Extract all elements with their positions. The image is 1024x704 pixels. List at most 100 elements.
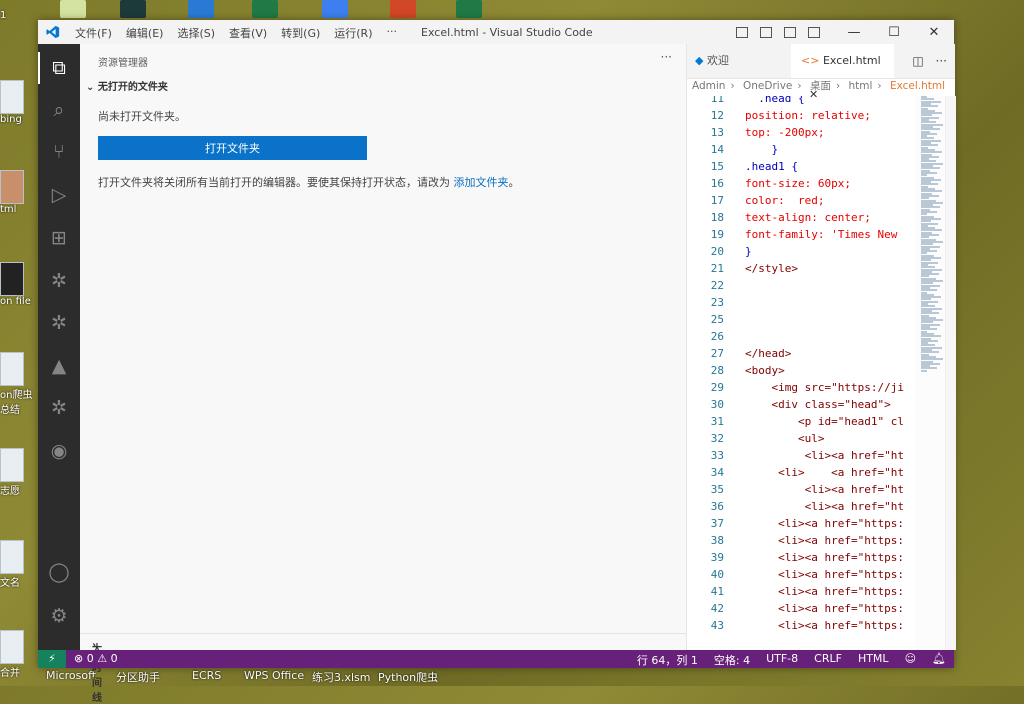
line-number: 42 <box>710 602 724 615</box>
desktop-label[interactable]: 练习3.xlsm <box>312 669 371 685</box>
section-label: 无打开的文件夹 <box>97 82 168 93</box>
code-line: 26 <box>687 328 915 345</box>
close-button[interactable]: ✕ <box>914 25 954 40</box>
desktop-icon[interactable]: 文名 <box>0 540 40 589</box>
tab-excel-html[interactable]: <> Excel.html ✕ <box>791 44 894 101</box>
desktop-icon-label: 总结 <box>0 405 20 416</box>
extensions-icon[interactable]: ⊞ <box>47 226 71 250</box>
code-line: 12 position: relative; <box>687 107 915 124</box>
menu-run[interactable]: 运行(R) <box>334 25 372 41</box>
gear-icon[interactable]: ⚙ <box>47 604 71 628</box>
editor-scrollbar[interactable] <box>945 96 956 650</box>
code-line: 32 <ul> <box>687 430 915 447</box>
desktop-shortcut-icon[interactable] <box>188 0 214 18</box>
desktop-icon[interactable]: bing <box>0 80 40 125</box>
menu-more[interactable]: ··· <box>387 25 398 41</box>
breadcrumb-item[interactable]: OneDrive <box>743 80 792 92</box>
breadcrumb-item[interactable]: 桌面 <box>810 80 831 92</box>
menu-go[interactable]: 转到(G) <box>281 25 320 41</box>
chevron-right-icon: › <box>835 80 841 92</box>
desktop-shortcut-icon[interactable] <box>120 0 146 18</box>
desktop-icon-label: tml <box>0 204 17 215</box>
breadcrumb-item[interactable]: Admin <box>692 80 725 92</box>
split-editor-icon[interactable]: ◫ <box>912 54 923 68</box>
code-line: 35 <li><a href="ht <box>687 481 915 498</box>
customize-layout-icon[interactable] <box>808 26 820 38</box>
language-mode[interactable]: HTML <box>858 652 889 668</box>
toggle-panel-icon[interactable] <box>760 26 772 38</box>
problems-indicator[interactable]: ⊗ 0 ⚠ 0 <box>74 652 118 665</box>
desktop-shortcut-icon[interactable] <box>456 0 482 18</box>
code-editor[interactable]: 11 .head {12 position: relative; 13 top: -2… <box>687 96 915 650</box>
breadcrumb-item[interactable]: html <box>848 80 872 92</box>
minimize-button[interactable]: — <box>834 25 874 40</box>
code-line: 19 font-family: 'Times New <box>687 226 915 243</box>
code-line: 14 } <box>687 141 915 158</box>
tab-welcome[interactable]: ◆ 欢迎 <box>687 44 799 78</box>
minimap[interactable] <box>915 96 945 650</box>
desktop-icon[interactable]: 合并 <box>0 630 40 679</box>
bell-shape-icon[interactable]: ▲ <box>47 354 71 378</box>
line-number: 28 <box>710 364 724 377</box>
code-line: 17 color: red; <box>687 192 915 209</box>
desktop-icon[interactable]: on file <box>0 262 40 307</box>
vscode-logo-icon: ◆ <box>695 54 707 67</box>
end-of-line[interactable]: CRLF <box>814 652 842 668</box>
desktop-icon-label: bing <box>0 114 22 125</box>
add-folder-link[interactable]: 添加文件夹 <box>454 176 509 189</box>
encoding[interactable]: UTF-8 <box>766 652 798 668</box>
menu-file[interactable]: 文件(F) <box>75 25 112 41</box>
chatgpt-icon[interactable]: ✲ <box>47 311 71 335</box>
remote-indicator-icon[interactable]: ⚡ <box>38 650 66 668</box>
chatgpt-icon[interactable]: ✲ <box>47 269 71 293</box>
open-folder-button[interactable]: 打开文件夹 <box>98 136 367 160</box>
feedback-icon[interactable]: ☺ <box>905 652 916 668</box>
desktop-icon[interactable]: 1 <box>0 10 40 21</box>
code-chat-icon[interactable]: ◉ <box>47 439 71 463</box>
menu-view[interactable]: 查看(V) <box>229 25 267 41</box>
line-number: 13 <box>710 126 724 139</box>
chatgpt-icon[interactable]: ✲ <box>47 396 71 420</box>
code-line: 15 .head1 { <box>687 158 915 175</box>
code-text: <li><a href="ht <box>745 483 904 496</box>
window-title: Excel.html - Visual Studio Code <box>421 26 593 39</box>
desktop-icon[interactable]: on爬虫 总结 <box>0 352 40 416</box>
breadcrumb-item[interactable]: Excel.html <box>890 80 945 92</box>
notifications-icon[interactable]: 🔔︎ <box>932 652 946 668</box>
desktop-icon[interactable]: 志愿 <box>0 448 40 497</box>
code-line: 29 <img src="https://ji <box>687 379 915 396</box>
more-actions-icon[interactable]: ··· <box>661 50 672 64</box>
toggle-sidebar-icon[interactable] <box>736 26 748 38</box>
desktop-label[interactable]: 分区助手 <box>116 669 160 685</box>
breadcrumb: Admin › OneDrive › 桌面 › html › Excel.html <box>687 78 955 96</box>
desktop-shortcut-icon[interactable] <box>60 0 86 18</box>
run-debug-icon[interactable]: ▷ <box>47 183 71 207</box>
desktop-shortcut-icon[interactable] <box>252 0 278 18</box>
source-control-icon[interactable]: ⑂ <box>47 140 71 164</box>
desktop-icon-label: 合并 <box>0 668 20 679</box>
more-actions-icon[interactable]: ··· <box>936 54 947 68</box>
indentation[interactable]: 空格: 4 <box>714 652 750 668</box>
code-line: 21 </style> <box>687 260 915 277</box>
desktop-icon[interactable]: tml <box>0 170 40 215</box>
explorer-sidebar: 资源管理器 ··· ⌄ 无打开的文件夹 尚未打开文件夹。 打开文件夹 打开文件夹… <box>80 44 686 704</box>
line-number: 23 <box>710 296 724 309</box>
no-folder-section[interactable]: ⌄ 无打开的文件夹 <box>86 78 168 93</box>
file-icon <box>0 448 24 482</box>
account-icon[interactable]: ◯ <box>47 560 71 584</box>
line-number: 37 <box>710 517 724 530</box>
desktop-shortcut-icon[interactable] <box>390 0 416 18</box>
desktop-label[interactable]: Python爬虫 <box>378 669 438 685</box>
toggle-secondary-sidebar-icon[interactable] <box>784 26 796 38</box>
line-number: 16 <box>710 177 724 190</box>
code-line: 18 text-align: center; <box>687 209 915 226</box>
explorer-icon[interactable]: ⧉ <box>47 56 71 80</box>
code-line: 43 <li><a href="https: <box>687 617 915 634</box>
menu-selection[interactable]: 选择(S) <box>177 25 215 41</box>
menu-edit[interactable]: 编辑(E) <box>126 25 164 41</box>
cursor-position[interactable]: 行 64，列 1 <box>637 652 698 668</box>
search-icon[interactable]: ⌕ <box>47 98 71 122</box>
maximize-button[interactable]: ☐ <box>874 25 914 40</box>
line-number: 21 <box>710 262 724 275</box>
desktop-shortcut-icon[interactable] <box>322 0 348 18</box>
